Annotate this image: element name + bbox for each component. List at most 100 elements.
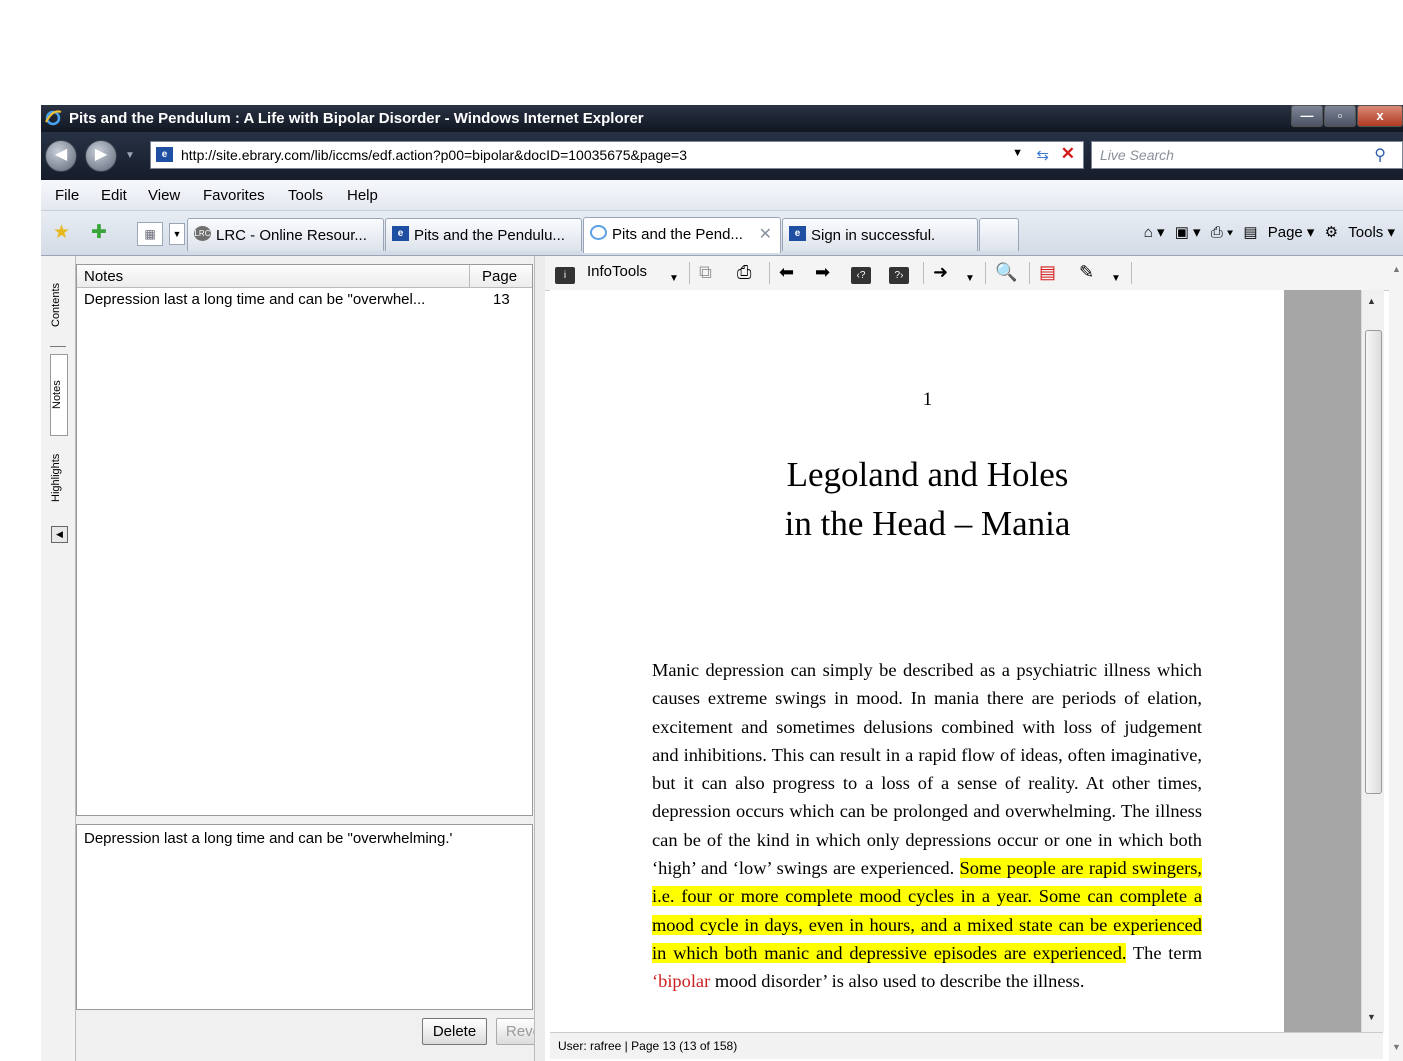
reader-toolbar: i InfoTools ▼ ⧉ ⎙ ⬅ ➡ ‹? ?› ➜ ▼ 🔍 ▤ ✎ ▼ xyxy=(545,256,1403,291)
body-paragraph[interactable]: Manic depression can simply be described… xyxy=(652,656,1202,996)
favorites-star-icon[interactable]: ★ xyxy=(53,221,70,244)
tab-lrc[interactable]: LRC LRC - Online Resour... xyxy=(187,218,384,251)
chapter-title-line-1: Legoland and Holes xyxy=(786,455,1069,494)
page-scroll-down-icon[interactable]: ▼ xyxy=(1392,1042,1401,1052)
infotools-button[interactable]: InfoTools xyxy=(587,263,647,280)
next-page-icon[interactable]: ➡ xyxy=(815,262,830,282)
back-arrow-icon: ◀ xyxy=(54,146,68,163)
tab-row: ★ ✚ ▦ ▼ LRC LRC - Online Resour... e Pit… xyxy=(41,211,1403,255)
go-to-page-icon[interactable]: ➜ xyxy=(933,262,948,282)
live-search-box[interactable]: Live Search ⚲ xyxy=(1091,141,1403,169)
bookmark-icon[interactable]: ▤ xyxy=(1039,262,1056,282)
page-menu[interactable]: ▤ Page ▾ xyxy=(1243,224,1314,241)
scroll-thumb[interactable] xyxy=(1365,330,1382,794)
address-url[interactable]: http://site.ebrary.com/lib/iccms/edf.act… xyxy=(181,147,687,163)
menu-edit[interactable]: Edit xyxy=(101,187,127,204)
tools-menu-label: Tools xyxy=(1348,224,1384,241)
minimize-button[interactable]: — xyxy=(1291,105,1323,127)
command-bar: ⌂ ▾ ▣ ▾ ⎙ ▾ ▤ Page ▾ ⚙ Tools ▾ xyxy=(1138,223,1395,241)
address-dropdown-icon[interactable]: ▼ xyxy=(1012,147,1023,159)
menu-help[interactable]: Help xyxy=(347,187,378,204)
delete-button[interactable]: Delete xyxy=(422,1018,487,1045)
tab-notes[interactable]: Notes xyxy=(50,354,68,436)
notes-column-header[interactable]: Notes xyxy=(84,268,123,285)
tab-label: LRC - Online Resour... xyxy=(216,227,367,244)
internet-explorer-icon xyxy=(45,110,62,126)
print-page-icon[interactable]: ⎙ xyxy=(737,262,751,282)
next-search-icon[interactable]: ?› xyxy=(889,262,909,284)
feeds-icon[interactable]: ▣ ▾ xyxy=(1175,224,1201,241)
tab-list-dropdown-icon[interactable]: ▼ xyxy=(169,223,185,245)
toolbar-separator xyxy=(689,262,690,284)
collapse-panel-icon[interactable]: ◀ xyxy=(51,526,68,543)
side-tab-divider xyxy=(50,346,66,347)
print-icon[interactable]: ⎙ ▾ xyxy=(1211,224,1233,241)
stop-icon[interactable]: ✕ xyxy=(1061,144,1075,164)
tab-label: Sign in successful. xyxy=(811,227,936,244)
previous-search-icon[interactable]: ‹? xyxy=(851,262,871,284)
page-scroll-up-icon[interactable]: ▲ xyxy=(1392,264,1401,274)
infotools-icon[interactable]: i xyxy=(555,262,575,284)
infotools-dropdown-icon[interactable]: ▼ xyxy=(669,269,679,289)
tab-pits-2-active[interactable]: Pits and the Pend... ✕ xyxy=(583,217,781,253)
note-text: Depression last a long time and can be "… xyxy=(84,291,426,308)
note-detail-text[interactable]: Depression last a long time and can be "… xyxy=(84,830,452,847)
chapter-number: 1 xyxy=(922,389,933,410)
forward-button[interactable]: ▶ xyxy=(85,140,117,172)
ebrary-page-icon: e xyxy=(156,147,173,162)
reader-scrollbar[interactable]: ▲ ▼ xyxy=(1361,290,1384,1032)
search-placeholder[interactable]: Live Search xyxy=(1100,147,1174,163)
home-icon[interactable]: ⌂ ▾ xyxy=(1144,224,1165,241)
new-tab-button[interactable] xyxy=(979,218,1019,251)
loading-icon xyxy=(590,225,607,240)
tab-highlights[interactable]: Highlights xyxy=(50,442,66,514)
menu-file[interactable]: File xyxy=(55,187,79,204)
refresh-icon[interactable]: ⇆ xyxy=(1036,146,1049,164)
add-favorite-icon[interactable]: ✚ xyxy=(91,221,107,244)
lrc-icon: LRC xyxy=(194,226,211,241)
scroll-down-icon[interactable]: ▼ xyxy=(1367,1012,1376,1022)
page-margin-area xyxy=(1284,290,1361,1032)
tab-sign-in[interactable]: e Sign in successful. xyxy=(782,218,978,251)
maximize-button[interactable]: ▫ xyxy=(1324,105,1356,127)
highlight-pen-icon[interactable]: ✎ xyxy=(1079,262,1094,282)
close-tab-icon[interactable]: ✕ xyxy=(759,224,772,244)
ebrary-icon: e xyxy=(392,226,409,241)
page-content: Contents Notes Highlights ◀ Notes Page D… xyxy=(41,255,1403,1061)
quick-tabs-icon[interactable]: ▦ xyxy=(137,222,163,246)
previous-page-icon[interactable]: ⬅ xyxy=(779,262,794,282)
note-detail[interactable]: Depression last a long time and can be "… xyxy=(76,824,533,1010)
highlight-dropdown-icon[interactable]: ▼ xyxy=(1111,269,1121,289)
close-window-button[interactable]: x xyxy=(1357,105,1403,127)
tab-contents[interactable]: Contents xyxy=(50,272,66,338)
tab-label: Pits and the Pend... xyxy=(612,226,743,243)
back-button[interactable]: ◀ xyxy=(45,140,77,172)
copy-icon[interactable]: ⧉ xyxy=(699,262,712,282)
menu-favorites[interactable]: Favorites xyxy=(203,187,265,204)
search-term-bipolar: ‘bipolar xyxy=(652,971,711,992)
zoom-icon[interactable]: 🔍 xyxy=(995,262,1017,282)
search-icon[interactable]: ⚲ xyxy=(1374,145,1386,165)
tab-label: Pits and the Pendulu... xyxy=(414,227,565,244)
reader-status-bar: User: rafree | Page 13 (13 of 158) xyxy=(550,1032,1383,1059)
menu-tools[interactable]: Tools xyxy=(288,187,323,204)
paragraph-text-continued: The term xyxy=(1126,942,1202,963)
book-page: 1 Legoland and Holes in the Head – Mania… xyxy=(550,290,1284,1032)
scroll-up-icon[interactable]: ▲ xyxy=(1367,296,1376,306)
browser-window: Pits and the Pendulum : A Life with Bipo… xyxy=(41,105,1403,1061)
notes-panel: Notes Page Depression last a long time a… xyxy=(76,256,560,1061)
page-column-header[interactable]: Page xyxy=(469,265,531,287)
window-title: Pits and the Pendulum : A Life with Bipo… xyxy=(69,110,644,127)
tab-pits-1[interactable]: e Pits and the Pendulu... xyxy=(385,218,582,251)
note-page: 13 xyxy=(493,291,510,308)
window-controls: — ▫ x xyxy=(1290,105,1403,127)
toolbar-separator xyxy=(769,262,770,284)
go-to-dropdown-icon[interactable]: ▼ xyxy=(965,269,975,289)
tools-menu[interactable]: ⚙ Tools ▾ xyxy=(1325,224,1395,241)
history-dropdown-icon[interactable]: ▼ xyxy=(125,150,135,161)
menu-view[interactable]: View xyxy=(148,187,180,204)
note-row[interactable]: Depression last a long time and can be "… xyxy=(77,289,532,311)
address-bar[interactable]: e http://site.ebrary.com/lib/iccms/edf.a… xyxy=(150,141,1084,169)
browser-scrollbar[interactable]: ▲ ▼ xyxy=(1389,256,1403,1061)
paragraph-text: Manic depression can simply be described… xyxy=(652,660,1202,879)
